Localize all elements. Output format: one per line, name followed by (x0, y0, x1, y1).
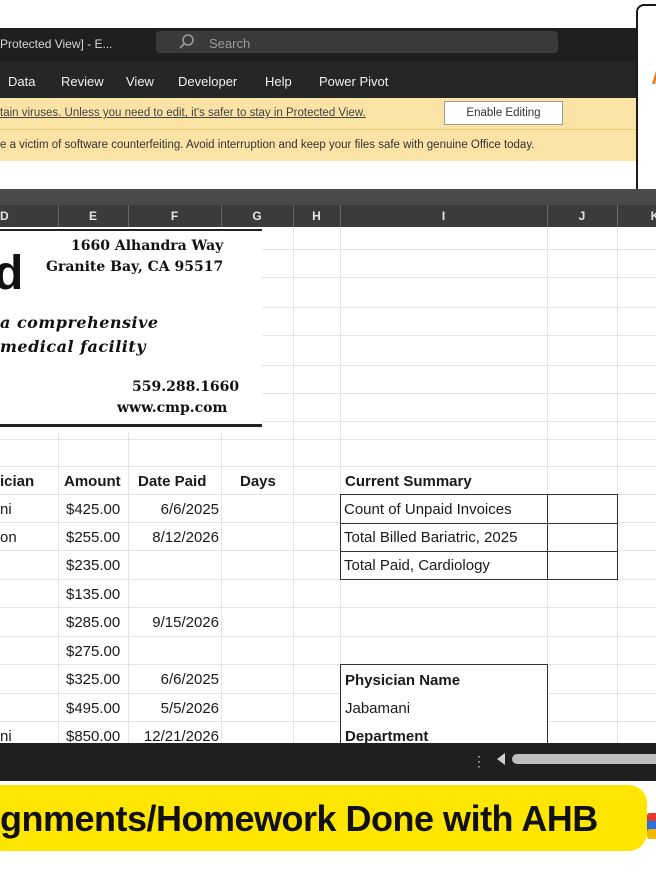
summary-title[interactable]: Current Summary (345, 473, 472, 490)
cell-amount[interactable]: $850.00 (66, 728, 120, 743)
search-icon[interactable] (178, 33, 196, 51)
cell-amount[interactable]: $135.00 (66, 586, 120, 603)
gridline (0, 466, 656, 467)
company-logo: d (0, 247, 24, 300)
lookup-table: Physician Name Jabamani Department (340, 664, 548, 743)
header-date-paid[interactable]: Date Paid (138, 473, 206, 490)
cell-amount[interactable]: $285.00 (66, 614, 120, 631)
column-header-e[interactable]: E (58, 209, 128, 223)
promo-banner: gnments/Homework Done with AHB (0, 785, 647, 851)
column-header-d[interactable]: D (0, 209, 9, 223)
column-header-g[interactable]: G (221, 209, 293, 223)
popup-panel (636, 4, 656, 211)
lookup-label-department[interactable]: Department (345, 728, 428, 743)
ribbon-tabs: Data Review View Developer Help Power Pi… (0, 62, 656, 98)
tagline-line-2: medical facility (0, 337, 147, 356)
gridline (293, 227, 294, 743)
promo-area: gnments/Homework Done with AHB (0, 781, 656, 874)
warning-icon (652, 70, 656, 84)
brand-logo-icon (647, 813, 656, 839)
lookup-value-physician[interactable]: Jabamani (345, 700, 410, 717)
column-header-j[interactable]: J (547, 209, 617, 223)
cell-physician[interactable]: ni (0, 728, 12, 743)
tab-developer[interactable]: Developer (178, 74, 237, 89)
formula-bar-area (0, 161, 636, 189)
letterhead-bottom-rule (0, 424, 262, 427)
tab-view[interactable]: View (126, 74, 154, 89)
scroll-left-icon[interactable] (497, 753, 505, 765)
cell-physician[interactable]: ni (0, 501, 12, 518)
title-bar: Protected View] - E... Search (0, 28, 656, 62)
cell-amount[interactable]: $425.00 (66, 501, 120, 518)
tab-help[interactable]: Help (265, 74, 292, 89)
top-margin (0, 0, 656, 28)
summary-item[interactable]: Count of Unpaid Invoices (344, 501, 512, 518)
horizontal-scrollbar[interactable] (512, 754, 656, 764)
cell-date-paid[interactable]: 12/21/2026 (128, 728, 219, 743)
cell-amount[interactable]: $255.00 (66, 529, 120, 546)
gridline (0, 607, 656, 608)
lookup-label-physician-name[interactable]: Physician Name (345, 672, 460, 689)
phone-number: 559.288.1660 (132, 379, 240, 395)
tab-data[interactable]: Data (8, 74, 35, 89)
cell-physician[interactable]: on (0, 529, 17, 546)
cell-date-paid[interactable]: 9/15/2026 (128, 614, 219, 631)
gridline (0, 636, 656, 637)
cell-amount[interactable]: $495.00 (66, 700, 120, 717)
cell-amount[interactable]: $235.00 (66, 557, 120, 574)
gridline (0, 721, 656, 722)
column-header-h[interactable]: H (293, 209, 340, 223)
cell-date-paid[interactable]: 5/5/2026 (128, 700, 219, 717)
column-header-i[interactable]: I (340, 209, 547, 223)
enable-editing-button[interactable]: Enable Editing (444, 101, 563, 125)
sheet-tab-bar: ⋮ (0, 743, 656, 781)
summary-item[interactable]: Total Paid, Cardiology (344, 557, 490, 574)
tagline-line-1: a comprehensive (0, 313, 159, 332)
address-line-2: Granite Bay, CA 95517 (46, 259, 224, 275)
cell-date-paid[interactable]: 6/6/2025 (128, 501, 219, 518)
protected-view-message[interactable]: tain viruses. Unless you need to edit, i… (0, 107, 366, 119)
letterhead-top-rule (0, 229, 262, 231)
header-days[interactable]: Days (240, 473, 276, 490)
address-line-1: 1660 Alhandra Way (71, 238, 224, 254)
gridline (0, 693, 656, 694)
toolbar-gap (0, 189, 656, 205)
cell-amount[interactable]: $275.00 (66, 643, 120, 660)
gridline (0, 664, 656, 665)
column-header-f[interactable]: F (128, 209, 221, 223)
license-warning-bar: e a victim of software counterfeiting. A… (0, 129, 636, 162)
summary-divider (547, 495, 548, 579)
cell-amount[interactable]: $325.00 (66, 671, 120, 688)
column-header-k[interactable]: K (640, 209, 656, 223)
summary-item[interactable]: Total Billed Bariatric, 2025 (344, 529, 517, 546)
summary-divider (341, 551, 617, 552)
gridline (0, 439, 656, 440)
summary-divider (341, 523, 617, 524)
cell-date-paid[interactable]: 6/6/2025 (128, 671, 219, 688)
column-headers: D E F G H I J K (0, 205, 656, 228)
protected-view-bar: tain viruses. Unless you need to edit, i… (0, 98, 636, 129)
letterhead: d 1660 Alhandra Way Granite Bay, CA 9551… (0, 227, 262, 432)
tab-review[interactable]: Review (61, 74, 104, 89)
license-warning-message: e a victim of software counterfeiting. A… (0, 139, 535, 151)
summary-table: Count of Unpaid Invoices Total Billed Ba… (340, 494, 618, 580)
gridline (617, 227, 618, 743)
cell-date-paid[interactable]: 8/12/2026 (128, 529, 219, 546)
website: www.cmp.com (117, 400, 228, 416)
promo-banner-text: gnments/Homework Done with AHB (0, 798, 598, 839)
window-title: Protected View] - E... (0, 37, 113, 51)
search-input[interactable]: Search (209, 36, 250, 51)
more-options-icon[interactable]: ⋮ (472, 753, 486, 770)
column-separator (617, 205, 618, 227)
worksheet-grid[interactable]: d 1660 Alhandra Way Granite Bay, CA 9551… (0, 227, 656, 743)
header-physician[interactable]: ician (0, 473, 34, 490)
header-amount[interactable]: Amount (64, 473, 121, 490)
tab-power-pivot[interactable]: Power Pivot (319, 74, 388, 89)
